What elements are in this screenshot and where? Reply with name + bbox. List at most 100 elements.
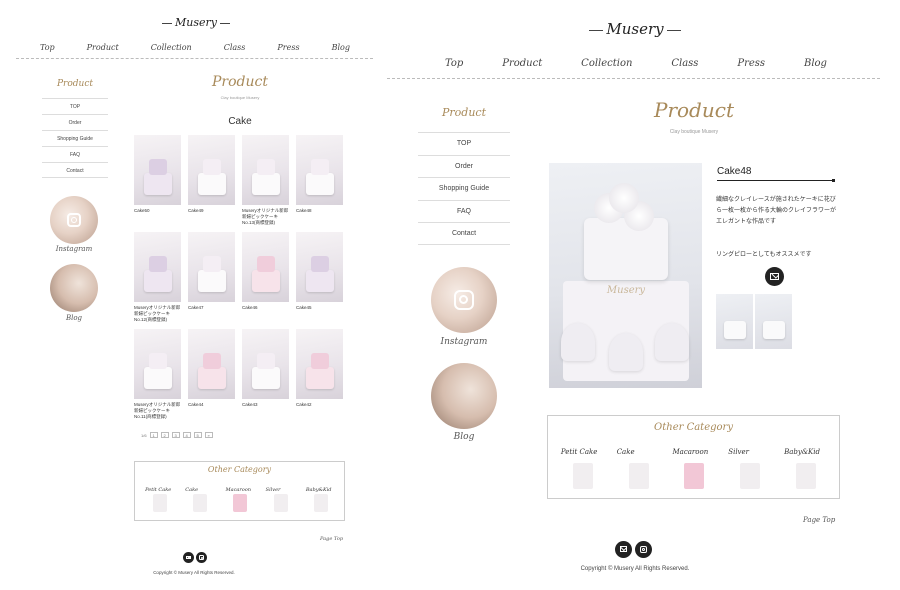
nav-collection[interactable]: Collection [581, 58, 632, 69]
category-cake[interactable]: Cake [617, 441, 659, 489]
product-name[interactable]: Cake50 [134, 208, 181, 214]
product-name[interactable]: Cake42 [296, 402, 343, 408]
product-thumbnail[interactable] [296, 135, 343, 205]
instagram-label[interactable]: Instagram [50, 245, 98, 253]
product-thumbnail-1[interactable] [716, 294, 753, 349]
product-name[interactable]: Cake46 [242, 305, 289, 311]
product-thumbnail[interactable] [134, 329, 181, 399]
instagram-banner[interactable] [431, 267, 497, 333]
page-link[interactable]: 1 [149, 432, 158, 438]
instagram-label[interactable]: Instagram [431, 337, 497, 347]
nav-divider [387, 78, 880, 79]
site-logo[interactable]: Musery [162, 16, 230, 29]
product-name[interactable]: Museryオリジナル新郎新婦ピックケーキNo.12(商標登録) [134, 305, 181, 323]
product-card[interactable]: Cake45 [296, 232, 343, 329]
page-top-link[interactable]: Page Top [320, 536, 343, 542]
product-name[interactable]: Cake49 [188, 208, 235, 214]
product-card[interactable]: Cake49 [188, 135, 235, 232]
product-name[interactable]: Cake43 [242, 402, 289, 408]
blog-label[interactable]: Blog [431, 432, 497, 442]
product-thumbnail[interactable] [134, 135, 181, 205]
product-main-image[interactable]: Musery [549, 163, 702, 388]
category-baby-kid[interactable]: Baby&Kid [784, 441, 826, 489]
product-card[interactable]: Cake42 [296, 329, 343, 426]
sidebar-item-top[interactable]: TOP [418, 132, 510, 155]
page-link[interactable]: 2 [160, 432, 169, 438]
blog-banner[interactable] [50, 264, 98, 312]
nav-blog[interactable]: Blog [332, 43, 350, 52]
category-petit-cake[interactable]: Petit Cake [145, 478, 173, 512]
page-link[interactable]: 5 [193, 432, 202, 438]
product-thumbnail[interactable] [134, 232, 181, 302]
nav-blog[interactable]: Blog [804, 58, 827, 69]
page-link[interactable]: 3 [171, 432, 180, 438]
nav-press[interactable]: Press [737, 58, 765, 69]
product-name[interactable]: Cake48 [296, 208, 343, 214]
product-thumbnail[interactable] [188, 329, 235, 399]
product-card[interactable]: Cake46 [242, 232, 289, 329]
product-card[interactable]: Museryオリジナル新郎新婦ピックケーキNo.11(商標登録) [134, 329, 181, 426]
product-card[interactable]: Cake47 [188, 232, 235, 329]
page-link[interactable]: 4 [182, 432, 191, 438]
category-cake[interactable]: Cake [185, 478, 213, 512]
instagram-icon[interactable] [635, 541, 652, 558]
sidebar-item-shopping-guide[interactable]: Shopping Guide [42, 130, 108, 146]
product-card[interactable]: Museryオリジナル新郎新婦ピックケーキNo.12(商標登録) [134, 232, 181, 329]
product-card[interactable]: Cake48 [296, 135, 343, 232]
category-silver[interactable]: Silver [728, 441, 770, 489]
sidebar-item-top[interactable]: TOP [42, 98, 108, 114]
mail-icon[interactable] [615, 541, 632, 558]
product-thumbnail[interactable] [188, 135, 235, 205]
next-page-link[interactable]: » [204, 432, 213, 438]
blog-label[interactable]: Blog [50, 314, 98, 322]
sidebar-item-order[interactable]: Order [418, 154, 510, 178]
blog-banner[interactable] [431, 363, 497, 429]
product-card[interactable]: Cake50 [134, 135, 181, 232]
nav-divider [16, 58, 373, 59]
nav-top[interactable]: Top [445, 58, 463, 69]
category-macaroon[interactable]: Macaroon [225, 478, 253, 512]
category-silver[interactable]: Silver [266, 478, 294, 512]
mail-icon[interactable] [183, 552, 194, 563]
product-thumbnail[interactable] [242, 135, 289, 205]
nav-press[interactable]: Press [277, 43, 299, 52]
nav-product[interactable]: Product [87, 43, 119, 52]
product-name[interactable]: Cake47 [188, 305, 235, 311]
category-petit-cake[interactable]: Petit Cake [561, 441, 603, 489]
sidebar-item-shopping-guide[interactable]: Shopping Guide [418, 177, 510, 200]
sidebar-item-faq[interactable]: FAQ [42, 146, 108, 162]
sidebar-item-faq[interactable]: FAQ [418, 199, 510, 223]
product-card[interactable]: Cake43 [242, 329, 289, 426]
product-thumbnail[interactable] [296, 232, 343, 302]
product-card[interactable]: Museryオリジナル新郎新婦ピックケーキNo.13(商標登録) [242, 135, 289, 232]
product-card[interactable]: Cake44 [188, 329, 235, 426]
site-logo[interactable]: Musery [589, 20, 681, 38]
product-name[interactable]: Cake44 [188, 402, 235, 408]
sidebar-item-order[interactable]: Order [42, 114, 108, 130]
product-thumbnail[interactable] [296, 329, 343, 399]
product-thumbnail[interactable] [242, 329, 289, 399]
category-macaroon[interactable]: Macaroon [672, 441, 714, 489]
nav-product[interactable]: Product [502, 58, 542, 69]
category-baby-kid[interactable]: Baby&Kid [306, 478, 334, 512]
product-thumbnail[interactable] [188, 232, 235, 302]
product-thumbnail-2[interactable] [755, 294, 792, 349]
product-title: Cake48 [717, 166, 752, 177]
instagram-banner[interactable] [50, 196, 98, 244]
sidebar-title: Product [57, 79, 93, 89]
nav-class[interactable]: Class [671, 58, 698, 69]
sidebar-menu: TOP Order Shopping Guide FAQ Contact [42, 98, 108, 178]
product-thumbnail[interactable] [242, 232, 289, 302]
product-name[interactable]: Museryオリジナル新郎新婦ピックケーキNo.13(商標登録) [242, 208, 289, 226]
nav-class[interactable]: Class [224, 43, 246, 52]
page-top-link[interactable]: Page Top [803, 516, 835, 524]
product-name[interactable]: Cake45 [296, 305, 343, 311]
nav-collection[interactable]: Collection [151, 43, 192, 52]
product-name[interactable]: Museryオリジナル新郎新婦ピックケーキNo.11(商標登録) [134, 402, 181, 420]
sidebar-item-contact[interactable]: Contact [42, 162, 108, 178]
instagram-icon [454, 290, 474, 310]
mail-icon[interactable] [765, 267, 784, 286]
sidebar-item-contact[interactable]: Contact [418, 222, 510, 245]
instagram-icon[interactable] [196, 552, 207, 563]
nav-top[interactable]: Top [40, 43, 55, 52]
